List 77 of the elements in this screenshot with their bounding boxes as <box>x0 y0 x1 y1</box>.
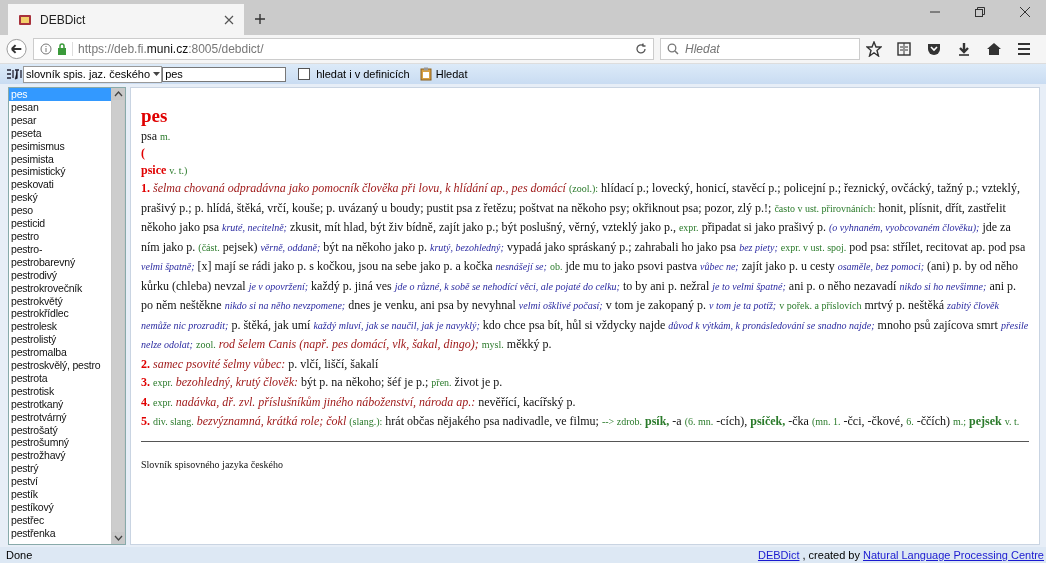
info-icon <box>40 43 53 55</box>
query-field[interactable]: pes <box>162 66 287 82</box>
nlp-centre-link[interactable]: Natural Language Processing Centre <box>863 549 1044 561</box>
word-list-item[interactable]: pesimistický <box>9 165 111 179</box>
scroll-down-icon[interactable] <box>113 535 123 541</box>
word-list-item[interactable]: peskovati <box>9 178 111 192</box>
word-list-item[interactable]: pestrotkaný <box>9 397 111 411</box>
word-list-item[interactable]: peství <box>9 475 111 489</box>
word-list-item[interactable]: pestřec <box>9 513 111 527</box>
word-list-item[interactable]: pesimismus <box>9 139 111 153</box>
word-list-item[interactable]: pestrotvárný <box>9 410 111 424</box>
back-icon[interactable] <box>6 38 28 60</box>
reload-icon[interactable] <box>635 43 647 55</box>
word-list-item[interactable]: pestrotisk <box>9 384 111 398</box>
scroll-up-icon[interactable] <box>113 91 123 97</box>
close-icon[interactable] <box>224 14 234 25</box>
word-list-item[interactable]: pestrobarevný <box>9 255 111 269</box>
word-list-item[interactable]: pestrolistý <box>9 333 111 347</box>
clipboard-icon <box>419 67 432 81</box>
word-list-item[interactable]: pesan <box>9 100 111 114</box>
scrollbar[interactable] <box>111 88 125 544</box>
word-list-item[interactable]: pestrokvětý <box>9 294 111 308</box>
word-list-item[interactable]: pestro- <box>9 242 111 256</box>
word-list-item[interactable]: pestrošatý <box>9 423 111 437</box>
lock-icon <box>57 43 68 55</box>
checkbox-label: hledat i v definicích <box>316 68 410 80</box>
word-list-item[interactable]: pestíkový <box>9 501 111 514</box>
word-list-item[interactable]: pestrožhavý <box>9 449 111 463</box>
new-tab-icon[interactable] <box>254 13 266 25</box>
browser-tab[interactable]: DEBDict <box>8 4 244 35</box>
address-bar[interactable]: https://deb.fi.muni.cz:8005/debdict/ <box>33 38 654 60</box>
word-list-item[interactable]: pestrošumný <box>9 436 111 450</box>
word-list-item[interactable]: pestrokřídlec <box>9 307 111 321</box>
source-text: Slovník spisovného jazyka českého <box>141 457 284 472</box>
checkbox[interactable] <box>298 68 311 80</box>
word-list-item[interactable]: pestík <box>9 488 111 501</box>
entry-form-line: psa m. <box>141 128 172 145</box>
sense-text: 3. expr. bezohledný, krutý člověk: být p. na někoho; šéf je p.; přen. život je p. <box>141 374 504 391</box>
word-list-item[interactable]: pesimista <box>9 152 111 166</box>
tab-title: DEBDict <box>40 12 87 27</box>
word-list-item[interactable]: pestrota <box>9 371 111 385</box>
download-icon[interactable] <box>956 41 972 57</box>
entry-form-line: ( <box>141 145 146 162</box>
restore-icon[interactable] <box>975 6 985 17</box>
star-icon[interactable] <box>866 41 882 57</box>
sense-text: 2. samec psovité šelmy vůbec: p. vlčí, liščí, šakalí <box>141 355 380 373</box>
url-text: https://deb.fi.muni.cz:8005/debdict/ <box>72 42 264 56</box>
sense-text: 4. expr. nadávka, dř. zvl. příslušníkům jiného náboženství, národa ap.: nevěřící, kacířský p. <box>141 393 577 411</box>
word-list-item[interactable]: pestřenka <box>9 526 111 540</box>
reader-icon[interactable] <box>896 41 912 57</box>
word-list-item[interactable]: peseta <box>9 126 111 140</box>
status-text: Done <box>6 549 33 561</box>
word-list-item[interactable]: peso <box>9 204 111 218</box>
word-list-item[interactable]: pestrokrovečník <box>9 281 111 295</box>
debdict-link[interactable]: DEBDict <box>757 549 800 561</box>
headword: pes <box>141 104 169 128</box>
search-button[interactable]: Hledat <box>419 67 468 81</box>
sense-text: 1. šelma chovaná odpradávna jako pomocník člověka při lovu, k hlídání ap., pes domácí (zool.): hlídací p.; lovecký, honicí, stavěcí p.; policejní p.; řeznický, ovčácký, tažný p.; vzteklý, prašivý p.; p. hlídá, štěká, vrčí, kouše; p. uvázaný u boudy; pustit psa z řetězu; poštvat na někoho psy; okřiknout psa; pozor, zlý p.!; často v ust. přirovnáních: honit, plísnit, dřít, zastřelit někoho jako psa kruté, necitelně; zkusit, mít hlad, být živ bídně, zajít jako p.; být poslušný, věrný, vzteklý jako p., expr. připadat si jako prašivý p. (o vyhnaném, vyobcovaném člověku); jde za ním jako p. (část. pejsek) věrně, oddaně; být na někoho jako p. krutý, bezohledný; vypadá jako spráskaný p.; zahrabali ho jako psa bez piety; expr. v ust. spoj. pod psa: střílet, recitovat ap. pod psa velmi špatně; [x] mají se rádi jako p. s kočkou, jsou na sebe jako p. a kočka nesnášejí se; ob. jde mu to jako psovi pastva vůbec ne; zajít jako p. u cesty osaměle, bez pomoci; (ani) p. by od něho kůrku (chleba) nevzal je v opovržení; každý p. jiná ves jde o různé, k sobě se nehodící věci, ale pojaté do celku; to by ani p. nežral je to velmi špatné; ani p. o něho nezavadí nikdo si ho nevšimne; ani p. po něm neštěkne nikdo si na něho nevzpomene; dnes je venku, ani psa by nevyhnal velmi ošklivé počasí; v tom je zakopaný p. v tom je ta potíž; v pořek. a příslovích mrtvý p. neštěká zabitý člověk nemůže nic prozradit; p. štěká, jak umí každý mluví, jak se naučil, jak je navyklý; kdo chce psa bít, hůl si vždycky najde důvod k výtkám, k pronásledování se snadno najde; mnoho psů zajícova smrt přesile nelze odolat; zool. rod šelem Canis (např. pes domácí, vlk, šakal, dingo); mysl. měkký p. <box>141 180 1029 353</box>
entry-form-line: psice v. t.) <box>141 162 189 179</box>
word-list-item[interactable]: peský <box>9 191 111 205</box>
dictionary-logo-icon <box>6 68 23 80</box>
word-list-item[interactable]: pestrý <box>9 462 111 476</box>
word-list-item[interactable]: pestroskvělý, pestro <box>9 359 111 372</box>
sense-text: 5. div. slang. bezvýznamná, krátká role; čokl (slang.): hrát občas nějakého psa nadivadle, ve filmu; --> zdrob. psík, -a (6. mn. -cích), psíček, -čka (mn. 1. -čci, -čkové, 6. -ččích) m.; pejsek v. t. <box>141 413 1021 430</box>
close-icon[interactable] <box>1020 6 1030 17</box>
dictionary-select[interactable]: slovník spis. jaz. českého <box>23 65 163 83</box>
word-list-item[interactable]: pestrodivý <box>9 268 111 282</box>
word-list-item[interactable]: pestromalba <box>9 346 111 360</box>
home-icon[interactable] <box>986 41 1002 57</box>
credit-text: , created by <box>802 549 860 561</box>
word-list-item[interactable]: pestro <box>9 229 111 243</box>
pocket-icon[interactable] <box>926 41 942 57</box>
word-list-item[interactable]: pesticid <box>9 217 111 230</box>
menu-icon[interactable] <box>1016 41 1032 57</box>
search-field[interactable]: Hledat <box>660 38 860 60</box>
word-list-item[interactable]: pesar <box>9 113 111 127</box>
word-list-item[interactable]: pestrolesk <box>9 320 111 334</box>
